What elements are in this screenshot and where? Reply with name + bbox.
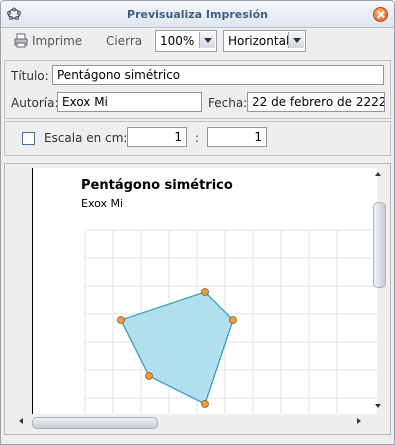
scroll-up-arrow-icon[interactable] [375,172,381,176]
scale-label: Escala en cm: [44,131,128,145]
date-label: Fecha: [208,96,248,110]
scale-right-field[interactable]: 1 [207,127,267,147]
close-button[interactable]: Cierra [106,34,142,48]
horizontal-scroll-thumb[interactable] [32,417,158,429]
orientation-select[interactable]: Horizontal [223,30,306,52]
preview-page: Pentágono simétrico Exox Mi [32,168,377,414]
date-field[interactable]: 22 de febrero de 2222 [247,92,385,112]
scale-panel: Escala en cm: 1 : 1 [4,121,391,156]
vertex-point [201,288,209,296]
scale-checkbox[interactable] [22,132,35,145]
title-field[interactable]: Pentágono simétrico [52,65,384,85]
vertex-point [229,316,237,324]
author-field[interactable]: Exox Mi [57,92,202,112]
author-label: Autoría: [11,96,59,110]
scale-separator: : [195,131,200,145]
scroll-left-arrow-icon[interactable] [19,418,23,424]
horizontal-scrollbar[interactable] [9,413,369,430]
zoom-value: 100% [160,34,195,48]
preview-area: Pentágono simétrico Exox Mi [4,163,391,435]
chevron-down-icon[interactable] [199,32,215,48]
vertex-point [145,372,153,380]
window-title: Previsualiza Impresión [127,8,268,21]
scale-left-field[interactable]: 1 [127,127,187,147]
pentagon-shape [120,291,234,405]
vertex-point [201,400,209,408]
print-button[interactable]: Imprime [32,34,82,48]
printer-icon [14,33,28,48]
vertical-scroll-thumb[interactable] [373,202,386,288]
vertex-point [117,316,125,324]
close-window-button[interactable] [373,7,388,22]
graphics-view [84,229,377,414]
print-preview-window: Previsualiza Impresión Imprime Cierra 10… [0,0,395,445]
zoom-select[interactable]: 100% [155,30,217,52]
toolbar: Imprime Cierra 100% Horizontal [1,28,394,58]
vertical-scrollbar[interactable] [369,168,386,412]
title-bar[interactable]: Previsualiza Impresión [1,1,394,28]
scroll-right-arrow-icon[interactable] [357,418,361,424]
header-info-panel: Título: Pentágono simétrico Autoría: Exo… [4,60,391,119]
chevron-down-icon[interactable] [288,32,304,48]
scroll-down-arrow-icon[interactable] [375,404,381,408]
orientation-value: Horizontal [228,34,290,48]
title-label: Título: [11,69,49,83]
